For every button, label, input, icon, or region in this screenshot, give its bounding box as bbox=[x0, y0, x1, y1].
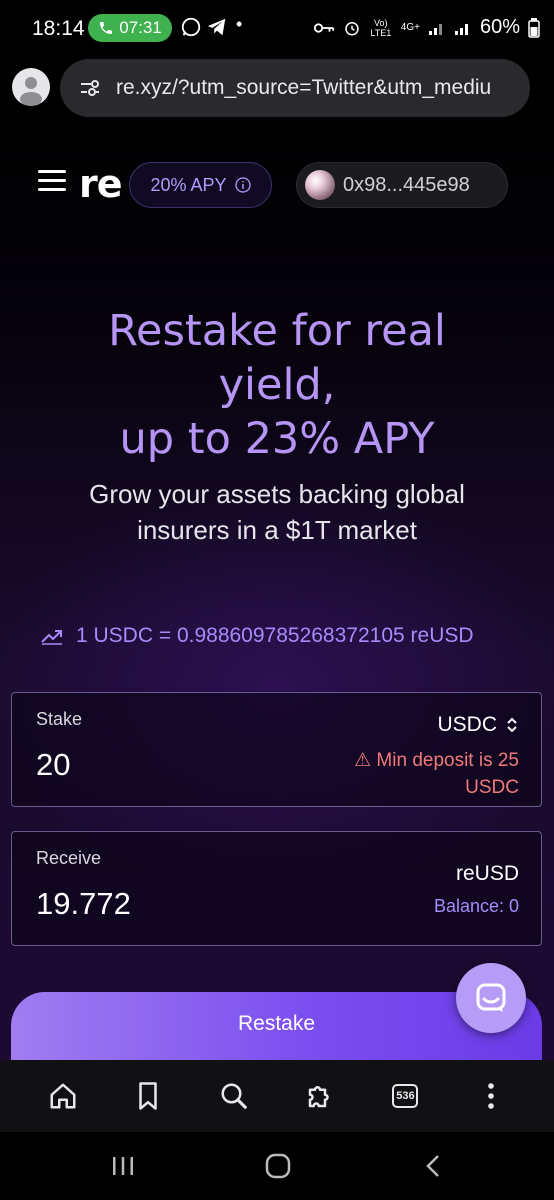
recents-icon bbox=[113, 1157, 133, 1175]
search-icon bbox=[221, 1083, 247, 1109]
logo[interactable]: re bbox=[79, 162, 123, 206]
profile-avatar[interactable] bbox=[12, 68, 50, 106]
signal-icon-2 bbox=[454, 23, 468, 35]
bookmark-button[interactable] bbox=[126, 1074, 170, 1118]
min-deposit-warning-line-2: USDC bbox=[465, 777, 519, 798]
chevron-up-down-icon bbox=[507, 717, 517, 733]
receive-card: Receive 19.772 reUSD Balance: 0 bbox=[11, 831, 542, 946]
wallet-address: 0x98...445e98 bbox=[343, 173, 470, 196]
receive-balance: Balance: 0 bbox=[433, 896, 519, 916]
status-bar: 18:14 07:31 • Vo) LTE1 4G+ 60% bbox=[0, 0, 554, 52]
alarm-icon bbox=[345, 21, 359, 35]
chat-icon bbox=[476, 983, 506, 1012]
more-vertical-icon bbox=[488, 1083, 494, 1109]
tabs-button[interactable]: 536 bbox=[383, 1074, 427, 1118]
apy-badge[interactable]: 20% APY bbox=[129, 162, 272, 208]
chat-button[interactable] bbox=[456, 963, 526, 1033]
key-icon bbox=[313, 22, 334, 33]
stake-label: Stake bbox=[36, 709, 83, 729]
site-settings-icon[interactable] bbox=[78, 76, 102, 100]
min-deposit-warning-line-1: ⚠ Min deposit is 25 bbox=[354, 750, 519, 771]
receive-amount: 19.772 bbox=[36, 886, 131, 921]
battery-icon bbox=[528, 17, 540, 38]
info-icon bbox=[234, 177, 251, 193]
hero-title-line-1: Restake for real bbox=[108, 306, 446, 356]
phone-icon bbox=[100, 22, 113, 34]
notification-dot-icon: • bbox=[236, 14, 243, 34]
exchange-rate-text: 1 USDC = 0.988609785268372105 reUSD bbox=[76, 624, 474, 647]
home-nav-button[interactable] bbox=[258, 1150, 298, 1182]
status-right: Vo) LTE1 4G+ 60% bbox=[313, 16, 540, 39]
stake-token: USDC bbox=[437, 713, 497, 736]
stake-amount-input[interactable]: 20 bbox=[36, 747, 70, 783]
browser-toolbar: 536 bbox=[0, 1060, 554, 1132]
battery-percent: 60% bbox=[479, 16, 520, 38]
hero-subtitle: Grow your assets backing global insurers… bbox=[40, 476, 514, 548]
extensions-button[interactable] bbox=[298, 1074, 342, 1118]
tab-count-icon: 536 bbox=[392, 1084, 419, 1108]
trending-up-icon bbox=[41, 630, 62, 645]
address-field[interactable]: re.xyz/?utm_source=Twitter&utm_mediu bbox=[60, 59, 530, 117]
hero-subtitle-line-1: Grow your assets backing global bbox=[89, 479, 465, 509]
back-chevron-icon bbox=[426, 1155, 439, 1177]
wallet-avatar bbox=[305, 170, 335, 200]
exchange-rate: 1 USDC = 0.988609785268372105 reUSD bbox=[40, 624, 474, 648]
browser-url-bar: re.xyz/?utm_source=Twitter&utm_mediu bbox=[0, 52, 554, 128]
min-deposit-warning: ⚠ Min deposit is 25 USDC bbox=[319, 747, 519, 801]
system-navigation-bar bbox=[0, 1132, 554, 1200]
volte-label: Vo) LTE1 bbox=[370, 17, 392, 38]
home-icon bbox=[50, 1083, 76, 1109]
hamburger-menu-icon[interactable] bbox=[38, 170, 66, 194]
home-button[interactable] bbox=[41, 1074, 85, 1118]
hero-title-line-2: yield, bbox=[218, 360, 336, 410]
telegram-icon bbox=[207, 18, 226, 36]
bookmark-icon bbox=[139, 1082, 158, 1110]
apy-badge-label: 20% APY bbox=[150, 174, 227, 195]
network-type: 4G+ bbox=[400, 22, 420, 33]
home-circle-icon bbox=[265, 1153, 291, 1179]
url-text: re.xyz/?utm_source=Twitter&utm_mediu bbox=[116, 76, 492, 99]
whatsapp-icon bbox=[181, 17, 201, 37]
user-icon bbox=[20, 77, 42, 106]
recent-apps-button[interactable] bbox=[103, 1150, 143, 1182]
more-menu-button[interactable] bbox=[469, 1074, 513, 1118]
search-button[interactable] bbox=[212, 1074, 256, 1118]
puzzle-icon bbox=[308, 1086, 329, 1108]
receive-token: reUSD bbox=[455, 862, 519, 885]
signal-icon bbox=[428, 23, 442, 35]
back-button[interactable] bbox=[413, 1150, 453, 1182]
status-time: 18:14 bbox=[32, 17, 85, 40]
hero-subtitle-line-2: insurers in a $1T market bbox=[137, 515, 417, 545]
web-app: re 20% APY 0x98...445e98 Restake for rea… bbox=[0, 128, 554, 1060]
call-indicator[interactable]: 07:31 bbox=[88, 14, 172, 42]
call-timer: 07:31 bbox=[119, 18, 162, 37]
stake-token-selector[interactable]: USDC bbox=[437, 713, 519, 737]
hero-title-line-3: up to 23% APY bbox=[119, 414, 435, 464]
stake-card: Stake 20 USDC ⚠ Min deposit is 25 USDC bbox=[11, 692, 542, 807]
receive-label: Receive bbox=[36, 848, 102, 868]
wallet-button[interactable]: 0x98...445e98 bbox=[296, 162, 508, 208]
